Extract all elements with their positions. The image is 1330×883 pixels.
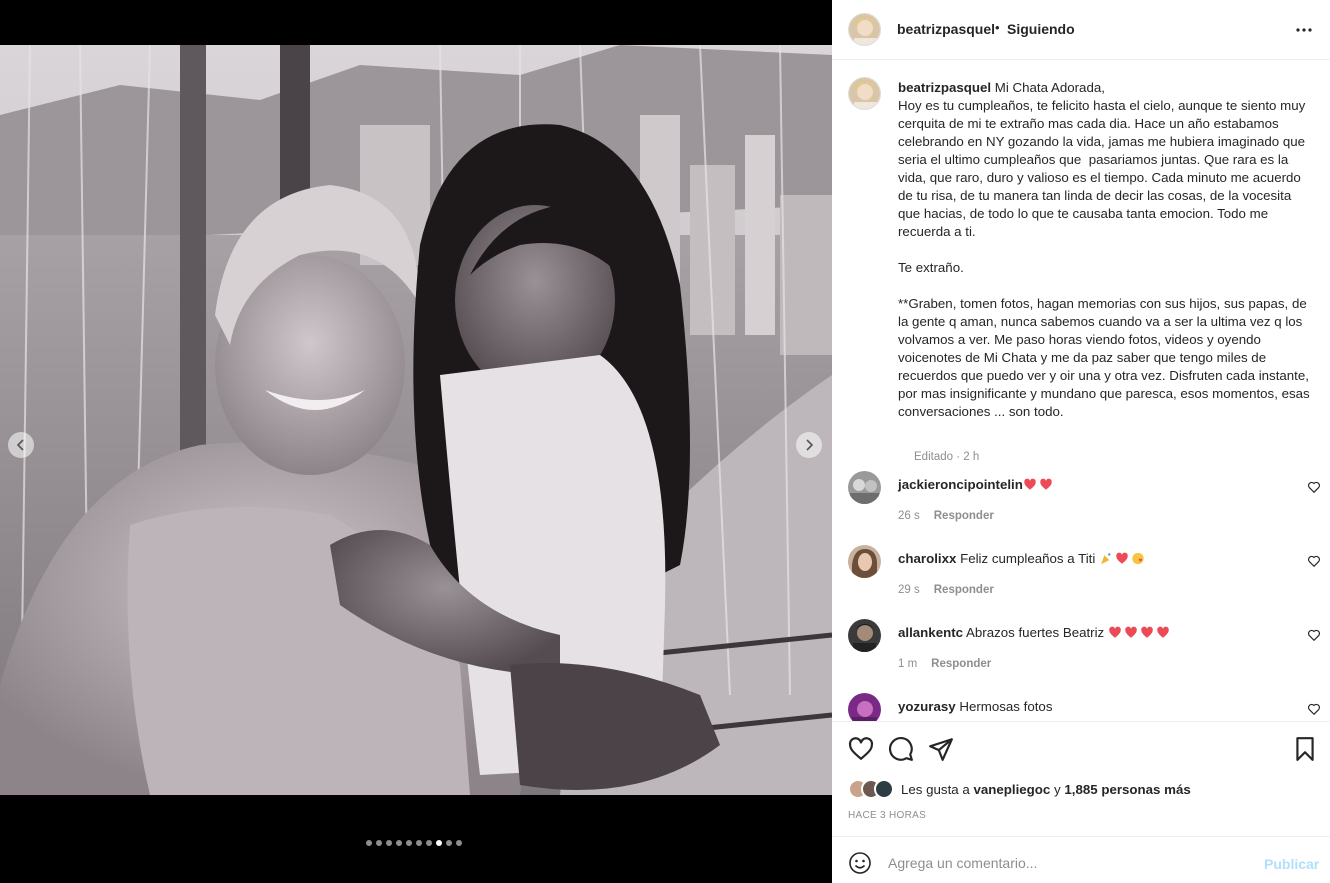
carousel-dot (416, 840, 422, 846)
comment-line: yozurasy Hermosas fotos (898, 699, 1052, 714)
author-avatar[interactable] (848, 13, 881, 46)
heart-icon[interactable] (1307, 554, 1321, 568)
comment-time: 26 s (898, 510, 920, 522)
carousel-dot (456, 840, 462, 846)
comment-composer: Publicar (832, 836, 1330, 883)
reply-button[interactable]: Responder (934, 584, 994, 596)
carousel-dot (436, 840, 442, 846)
post-details-panel: beatrizpasquel • Siguiendo beatrizpasque… (832, 0, 1330, 883)
instagram-post-modal: beatrizpasquel • Siguiendo beatrizpasque… (0, 0, 1330, 883)
reply-button[interactable]: Responder (934, 510, 994, 522)
red-heart-emoji (1040, 478, 1052, 490)
carousel-indicator (366, 840, 462, 846)
next-photo-button[interactable] (796, 432, 822, 458)
heart-icon[interactable] (1307, 628, 1321, 642)
red-heart-emoji (1109, 626, 1121, 638)
face-blowing-kiss-emoji (1132, 552, 1144, 565)
comment-text: Hermosas fotos (955, 699, 1053, 714)
heart-icon[interactable] (848, 736, 874, 762)
comment-emojis (1108, 625, 1172, 640)
comment-icon[interactable] (888, 736, 914, 762)
reply-button[interactable]: Responder (931, 658, 991, 670)
likes-count-link[interactable]: 1,885 personas más (1064, 782, 1190, 797)
red-heart-emoji (1157, 626, 1169, 638)
chevron-right-icon (806, 439, 814, 451)
commenter-avatar[interactable] (848, 471, 881, 504)
liker-avatar[interactable] (874, 779, 894, 799)
more-icon (1296, 28, 1312, 32)
more-options-button[interactable] (1294, 20, 1314, 40)
comment-username[interactable]: jackieroncipointelin (898, 477, 1023, 492)
likes-prefix: Les gusta a (901, 781, 974, 797)
follow-status-button[interactable]: Siguiendo (1007, 21, 1075, 37)
comment-time: 29 s (898, 584, 920, 596)
carousel-dot (366, 840, 372, 846)
comment-username[interactable]: allankentc (898, 625, 963, 640)
carousel-dot (446, 840, 452, 846)
heart-icon[interactable] (1307, 702, 1321, 716)
likes-text: Les gusta a vanepliegoc y 1,885 personas… (901, 782, 1191, 797)
comment-meta: 1 m Responder (898, 658, 991, 670)
likes-middle: y (1050, 781, 1065, 797)
post-photo[interactable] (0, 45, 832, 795)
caption-text-block: beatrizpasquel Mi Chata Adorada, Hoy es … (898, 79, 1316, 421)
caption-author-avatar[interactable] (848, 77, 881, 110)
red-heart-emoji (1141, 626, 1153, 638)
caption-username[interactable]: beatrizpasquel (898, 80, 991, 95)
edited-timestamp: Editado · 2 h (914, 451, 980, 463)
comment-meta: 26 s Responder (898, 510, 994, 522)
comment-text: Feliz cumpleaños a Titi (956, 551, 1100, 566)
carousel-dot (406, 840, 412, 846)
comment-line: charolixx Feliz cumpleaños a Titi (898, 551, 1147, 566)
comment-emojis (1023, 477, 1055, 492)
likes-summary: Les gusta a vanepliegoc y 1,885 personas… (848, 777, 1191, 801)
red-heart-emoji (1125, 626, 1137, 638)
comments-scroll-area[interactable]: beatrizpasquel Mi Chata Adorada, Hoy es … (832, 61, 1330, 721)
comment-username[interactable]: charolixx (898, 551, 956, 566)
comment-item: yozurasy Hermosas fotos (848, 693, 1321, 721)
author-username[interactable]: beatrizpasquel (897, 21, 995, 37)
media-viewer (0, 0, 832, 883)
carousel-dot (376, 840, 382, 846)
red-heart-emoji (1116, 552, 1128, 564)
comment-line: jackieroncipointelin (898, 477, 1055, 492)
chevron-left-icon (16, 439, 24, 451)
comment-line: allankentc Abrazos fuertes Beatriz (898, 625, 1172, 640)
comment-input[interactable] (888, 849, 1248, 877)
comment-item: charolixx Feliz cumpleaños a Titi 29 s Re… (848, 545, 1321, 605)
comment-item: allankentc Abrazos fuertes Beatriz 1 m Re… (848, 619, 1321, 679)
liker-username[interactable]: vanepliegoc (973, 782, 1050, 797)
commenter-avatar[interactable] (848, 693, 881, 721)
red-heart-emoji (1024, 478, 1036, 490)
party-popper-emoji (1101, 553, 1111, 565)
heart-icon[interactable] (1307, 480, 1321, 494)
emoji-icon[interactable] (848, 851, 872, 875)
publish-button[interactable]: Publicar (1264, 856, 1319, 872)
share-icon[interactable] (928, 736, 954, 762)
comment-time: 1 m (898, 658, 918, 670)
carousel-dot (386, 840, 392, 846)
comment-item: jackieroncipointelin 26 s Responder (848, 471, 1321, 531)
header-separator: • (995, 20, 1000, 35)
post-time[interactable]: HACE 3 HORAS (848, 810, 926, 821)
comment-meta: 29 s Responder (898, 584, 994, 596)
comment-emojis (1099, 551, 1147, 566)
caption-text: Mi Chata Adorada, Hoy es tu cumpleaños, … (898, 80, 1310, 419)
previous-photo-button[interactable] (8, 432, 34, 458)
carousel-dot (426, 840, 432, 846)
comment-username[interactable]: yozurasy (898, 699, 956, 714)
comment-text: Abrazos fuertes Beatriz (963, 625, 1108, 640)
bookmark-icon[interactable] (1292, 736, 1318, 762)
commenter-avatar[interactable] (848, 545, 881, 578)
post-actions: Les gusta a vanepliegoc y 1,885 personas… (832, 721, 1330, 836)
post-header: beatrizpasquel • Siguiendo (832, 0, 1330, 60)
carousel-dot (396, 840, 402, 846)
commenter-avatar[interactable] (848, 619, 881, 652)
